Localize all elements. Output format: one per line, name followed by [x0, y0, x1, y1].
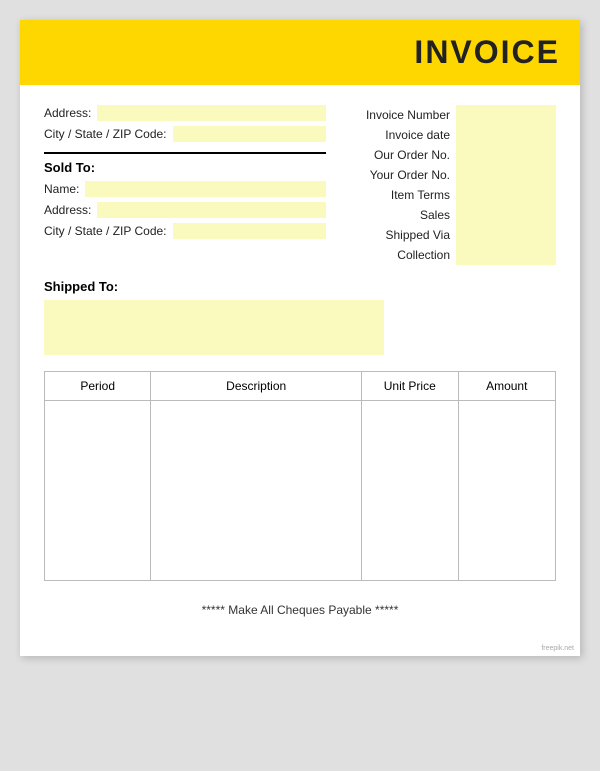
- invoice-data-row: [45, 401, 556, 581]
- city2-row: City / State / ZIP Code:: [44, 223, 326, 239]
- info-table: Invoice NumberInvoice dateOur Order No.Y…: [336, 105, 556, 265]
- info-row-6: Shipped Via: [336, 225, 556, 245]
- info-label-6: Shipped Via: [336, 225, 456, 245]
- info-value-5[interactable]: [456, 205, 556, 225]
- address-input[interactable]: [97, 105, 326, 121]
- info-label-0: Invoice Number: [336, 105, 456, 125]
- info-value-0[interactable]: [456, 105, 556, 125]
- invoice-title: INVOICE: [40, 34, 560, 71]
- col-header-1: Description: [151, 372, 362, 401]
- unit-price-cell[interactable]: [362, 401, 459, 581]
- address2-input[interactable]: [97, 202, 326, 218]
- info-label-7: Collection: [336, 245, 456, 265]
- col-header-3: Amount: [458, 372, 555, 401]
- name-label: Name:: [44, 182, 79, 196]
- city-row: City / State / ZIP Code:: [44, 126, 326, 142]
- col-header-0: Period: [45, 372, 151, 401]
- info-row-3: Your Order No.: [336, 165, 556, 185]
- info-value-7[interactable]: [456, 245, 556, 265]
- city2-input[interactable]: [173, 223, 327, 239]
- invoice-header: INVOICE: [20, 20, 580, 85]
- shipped-to-box[interactable]: [44, 300, 384, 355]
- address-label: Address:: [44, 106, 91, 120]
- right-section: Invoice NumberInvoice dateOur Order No.Y…: [336, 105, 556, 265]
- invoice-page: INVOICE Address: City / State / ZIP Code…: [20, 20, 580, 656]
- name-row: Name:: [44, 181, 326, 197]
- info-row-0: Invoice Number: [336, 105, 556, 125]
- period-cell[interactable]: [45, 401, 151, 581]
- city2-label: City / State / ZIP Code:: [44, 224, 167, 238]
- info-value-6[interactable]: [456, 225, 556, 245]
- amount-cell[interactable]: [458, 401, 555, 581]
- description-cell[interactable]: [151, 401, 362, 581]
- info-value-4[interactable]: [456, 185, 556, 205]
- info-label-1: Invoice date: [336, 125, 456, 145]
- shipped-to-label: Shipped To:: [44, 279, 556, 294]
- address-row: Address:: [44, 105, 326, 121]
- invoice-table: PeriodDescriptionUnit PriceAmount: [44, 371, 556, 581]
- info-value-1[interactable]: [456, 125, 556, 145]
- info-row-4: Item Terms: [336, 185, 556, 205]
- invoice-content: Address: City / State / ZIP Code: Sold T…: [20, 85, 580, 643]
- left-section: Address: City / State / ZIP Code: Sold T…: [44, 105, 326, 265]
- top-section: Address: City / State / ZIP Code: Sold T…: [44, 105, 556, 265]
- info-row-5: Sales: [336, 205, 556, 225]
- info-value-3[interactable]: [456, 165, 556, 185]
- info-label-4: Item Terms: [336, 185, 456, 205]
- info-label-2: Our Order No.: [336, 145, 456, 165]
- city-label: City / State / ZIP Code:: [44, 127, 167, 141]
- info-label-5: Sales: [336, 205, 456, 225]
- info-row-7: Collection: [336, 245, 556, 265]
- address2-label: Address:: [44, 203, 91, 217]
- city-input[interactable]: [173, 126, 327, 142]
- info-row-1: Invoice date: [336, 125, 556, 145]
- name-input[interactable]: [85, 181, 326, 197]
- address2-row: Address:: [44, 202, 326, 218]
- info-row-2: Our Order No.: [336, 145, 556, 165]
- watermark: freepik.net: [20, 643, 580, 656]
- info-value-2[interactable]: [456, 145, 556, 165]
- divider: [44, 152, 326, 154]
- info-label-3: Your Order No.: [336, 165, 456, 185]
- footer-note: ***** Make All Cheques Payable *****: [44, 595, 556, 623]
- col-header-2: Unit Price: [362, 372, 459, 401]
- sold-to-label: Sold To:: [44, 160, 326, 175]
